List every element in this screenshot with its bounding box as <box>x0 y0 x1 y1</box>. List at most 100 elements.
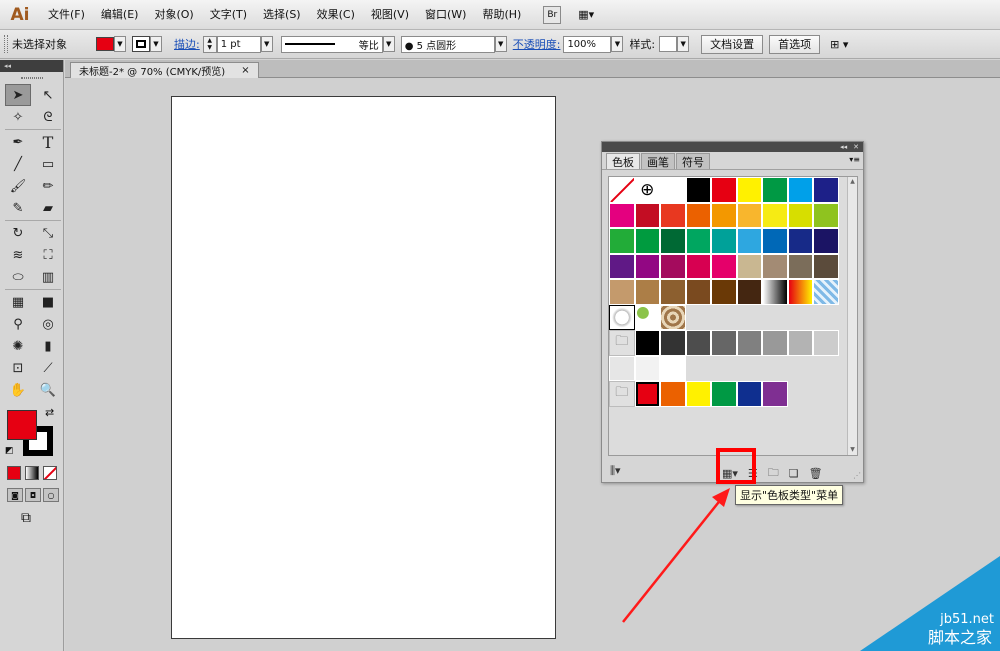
swatch[interactable] <box>787 177 813 203</box>
color-group-folder-icon[interactable]: 🗀 <box>609 330 635 356</box>
swatch[interactable] <box>787 330 813 356</box>
swatch[interactable] <box>634 355 660 381</box>
swatch[interactable] <box>711 253 737 279</box>
preferences-button[interactable]: 首选项 <box>769 34 821 54</box>
paintbrush-tool-icon[interactable]: 🖌 <box>5 175 31 197</box>
screen-mode-icon[interactable]: ⧉ <box>21 510 31 526</box>
stroke-dropdown-icon[interactable]: ▼ <box>150 36 162 52</box>
swatch[interactable] <box>609 279 635 305</box>
swatch[interactable] <box>634 279 660 305</box>
document-setup-button[interactable]: 文档设置 <box>701 34 764 54</box>
swatch[interactable] <box>685 279 711 305</box>
fill-dropdown-icon[interactable]: ▼ <box>114 36 126 52</box>
swatch[interactable] <box>813 330 839 356</box>
swatch[interactable] <box>660 279 686 305</box>
style-dropdown-icon[interactable]: ▼ <box>677 36 690 52</box>
stroke-weight-dropdown-icon[interactable]: ▼ <box>260 36 273 52</box>
swatch-registration-icon[interactable]: ⊕ <box>634 177 660 203</box>
swatch[interactable] <box>762 330 788 356</box>
tab-swatches[interactable]: 色板 <box>606 153 640 169</box>
document-tab[interactable]: 未标题-2* @ 70% (CMYK/预览) × <box>70 62 259 78</box>
swatch[interactable] <box>660 381 686 407</box>
menu-view[interactable]: 视图(V) <box>363 0 417 30</box>
scroll-down-icon[interactable]: ▼ <box>848 445 857 455</box>
swatch[interactable] <box>634 381 660 407</box>
menu-type[interactable]: 文字(T) <box>202 0 255 30</box>
tools-collapse-icon[interactable]: ◂◂ <box>0 60 63 72</box>
color-mode-icon[interactable] <box>7 466 21 480</box>
menu-help[interactable]: 帮助(H) <box>474 0 529 30</box>
warp-tool-icon[interactable]: ≋ <box>5 244 31 266</box>
swatch[interactable] <box>711 228 737 254</box>
swatch[interactable] <box>685 253 711 279</box>
fill-color-box[interactable] <box>7 410 37 440</box>
shape-builder-tool-icon[interactable]: ⬭ <box>5 266 31 288</box>
symbol-sprayer-tool-icon[interactable]: ✺ <box>5 335 31 357</box>
swatch[interactable] <box>813 177 839 203</box>
close-tab-icon[interactable]: × <box>241 65 249 76</box>
swatch[interactable] <box>660 177 686 203</box>
scale-tool-icon[interactable]: ⤡ <box>35 222 61 244</box>
swatch[interactable] <box>660 228 686 254</box>
swatch[interactable] <box>813 228 839 254</box>
opacity-panel-link[interactable]: 不透明度: <box>513 36 561 52</box>
swatch[interactable] <box>787 202 813 228</box>
menu-edit[interactable]: 编辑(E) <box>93 0 147 30</box>
control-bar-grip[interactable] <box>4 35 8 53</box>
swatch[interactable] <box>813 279 839 305</box>
menu-file[interactable]: 文件(F) <box>40 0 93 30</box>
swatch[interactable] <box>762 177 788 203</box>
arrange-icon[interactable]: ⊞ ▾ <box>830 38 848 51</box>
swatch[interactable] <box>736 177 762 203</box>
swatch[interactable] <box>685 177 711 203</box>
swatch[interactable] <box>813 202 839 228</box>
draw-behind-icon[interactable]: ◘ <box>25 488 41 502</box>
menu-object[interactable]: 对象(O) <box>146 0 201 30</box>
swatch[interactable] <box>787 253 813 279</box>
panel-menu-icon[interactable]: ▾≡ <box>849 155 860 164</box>
line-tool-icon[interactable]: ╱ <box>5 153 31 175</box>
swatch[interactable] <box>634 304 660 330</box>
opacity-dropdown-icon[interactable]: ▼ <box>611 36 624 52</box>
swatch[interactable] <box>736 228 762 254</box>
fill-color-swatch[interactable] <box>96 37 114 51</box>
swatch-scrollbar[interactable]: ▲ ▼ <box>847 177 857 455</box>
brush-definition-select[interactable]: ● 5 点圆形 <box>400 35 495 53</box>
column-graph-tool-icon[interactable]: ▮ <box>35 335 61 357</box>
swatch[interactable] <box>634 228 660 254</box>
swatch[interactable] <box>736 202 762 228</box>
swatch[interactable] <box>736 330 762 356</box>
hand-tool-icon[interactable]: ✋ <box>5 379 31 401</box>
stroke-color-swatch[interactable] <box>132 36 150 52</box>
swatch[interactable] <box>711 202 737 228</box>
graphic-style-swatch[interactable] <box>659 36 678 52</box>
pencil-tool-icon[interactable]: ✏ <box>35 175 61 197</box>
gradient-mode-icon[interactable] <box>25 466 39 480</box>
swatch[interactable] <box>660 330 686 356</box>
swatch[interactable] <box>711 330 737 356</box>
stroke-profile-dropdown-icon[interactable]: ▼ <box>382 36 395 52</box>
swatch[interactable] <box>660 304 686 330</box>
swatch[interactable] <box>609 253 635 279</box>
close-panel-icon[interactable]: ✕ <box>853 143 859 151</box>
eraser-tool-icon[interactable]: ▰ <box>35 197 61 219</box>
resize-grip-icon[interactable]: ⋰ <box>853 471 861 480</box>
swatch[interactable] <box>762 228 788 254</box>
draw-normal-icon[interactable]: ◙ <box>7 488 23 502</box>
color-group-folder-icon[interactable]: 🗀 <box>609 381 635 407</box>
zoom-tool-icon[interactable]: 🔍 <box>35 379 61 401</box>
swatch[interactable] <box>736 253 762 279</box>
scroll-up-icon[interactable]: ▲ <box>848 177 857 187</box>
swatch[interactable] <box>609 304 635 330</box>
swatch[interactable] <box>634 253 660 279</box>
swatch[interactable] <box>634 330 660 356</box>
bridge-button[interactable]: Br <box>543 5 562 24</box>
menu-effect[interactable]: 效果(C) <box>309 0 363 30</box>
tab-brushes[interactable]: 画笔 <box>641 153 675 169</box>
free-transform-tool-icon[interactable]: ⛶ <box>35 244 61 266</box>
swatch[interactable] <box>787 279 813 305</box>
perspective-grid-tool-icon[interactable]: ▥ <box>35 266 61 288</box>
blend-tool-icon[interactable]: ◎ <box>35 313 61 335</box>
tab-symbols[interactable]: 符号 <box>676 153 710 169</box>
swatch[interactable] <box>762 202 788 228</box>
